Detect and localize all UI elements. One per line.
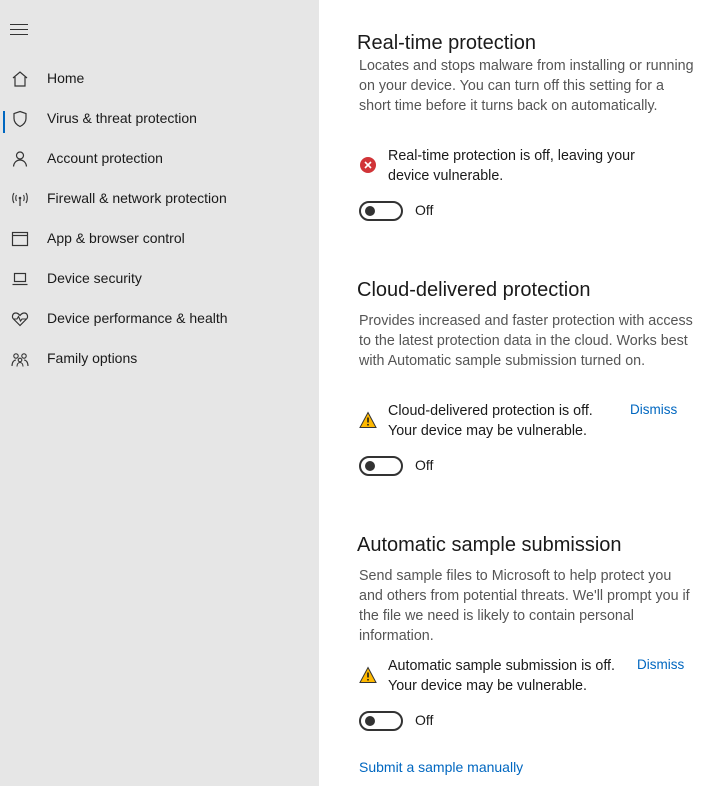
cloud-protection-title: Cloud-delivered protection [357, 279, 591, 301]
sidebar-item-home[interactable]: Home [0, 63, 319, 93]
cloud-protection-dismiss-link[interactable]: Dismiss [630, 402, 677, 417]
error-x-icon [360, 157, 376, 173]
realtime-protection-title: Real-time protection [357, 32, 536, 54]
submit-sample-manually-link[interactable]: Submit a sample manually [359, 759, 523, 775]
sample-submission-dismiss-link[interactable]: Dismiss [637, 657, 684, 672]
sidebar-item-label: Virus & threat protection [47, 110, 197, 126]
sidebar-item-firewall-network-protection[interactable]: Firewall & network protection [0, 183, 319, 213]
person-icon [12, 151, 28, 167]
cloud-protection-toggle[interactable] [359, 456, 403, 476]
toggle-state-label: Off [415, 457, 434, 473]
toggle-state-label: Off [415, 712, 434, 728]
sample-submission-description: Send sample files to Microsoft to help p… [359, 568, 690, 644]
sidebar-item-label: Device security [47, 270, 142, 286]
status-text-line1: Real-time protection is off, leaving you… [388, 148, 635, 164]
sidebar: Home Virus & threat protection Account p… [0, 0, 319, 786]
sidebar-item-label: Account protection [47, 150, 163, 166]
sidebar-item-virus-threat-protection[interactable]: Virus & threat protection [0, 103, 319, 133]
realtime-protection-toggle[interactable] [359, 201, 403, 221]
sidebar-item-device-performance-health[interactable]: Device performance & health [0, 303, 319, 333]
toggle-knob [365, 461, 375, 471]
warning-icon [359, 411, 377, 428]
home-icon [12, 71, 28, 87]
toggle-knob [365, 206, 375, 216]
sidebar-item-label: Family options [47, 350, 138, 366]
sidebar-item-account-protection[interactable]: Account protection [0, 143, 319, 173]
shield-icon [13, 110, 27, 128]
status-text-line2: Your device may be vulnerable. [388, 423, 587, 439]
sample-submission-title: Automatic sample submission [357, 534, 622, 556]
sidebar-item-label: Device performance & health [47, 310, 228, 326]
sidebar-item-family-options[interactable]: Family options [0, 343, 319, 373]
antenna-icon [12, 192, 28, 206]
window-icon [11, 231, 29, 247]
cloud-protection-description: Provides increased and faster protection… [359, 313, 693, 369]
status-text-line2: Your device may be vulnerable. [388, 678, 587, 694]
sample-submission-toggle[interactable] [359, 711, 403, 731]
status-text-line2: device vulnerable. [388, 168, 504, 184]
hamburger-menu-icon[interactable] [10, 24, 28, 38]
main-content: Real-time protection Locates and stops m… [319, 0, 716, 786]
sidebar-item-app-browser-control[interactable]: App & browser control [0, 223, 319, 253]
toggle-state-label: Off [415, 202, 434, 218]
sidebar-item-device-security[interactable]: Device security [0, 263, 319, 293]
status-text-line1: Automatic sample submission is off. [388, 658, 615, 674]
sidebar-item-label: App & browser control [47, 230, 185, 246]
sidebar-item-label: Firewall & network protection [47, 190, 227, 206]
status-text-line1: Cloud-delivered protection is off. [388, 403, 593, 419]
toggle-knob [365, 716, 375, 726]
warning-icon [359, 666, 377, 683]
family-icon [11, 353, 29, 367]
realtime-protection-description: Locates and stops malware from installin… [359, 58, 694, 114]
heart-pulse-icon [11, 312, 29, 327]
sidebar-item-label: Home [47, 70, 85, 86]
laptop-icon [12, 272, 28, 286]
